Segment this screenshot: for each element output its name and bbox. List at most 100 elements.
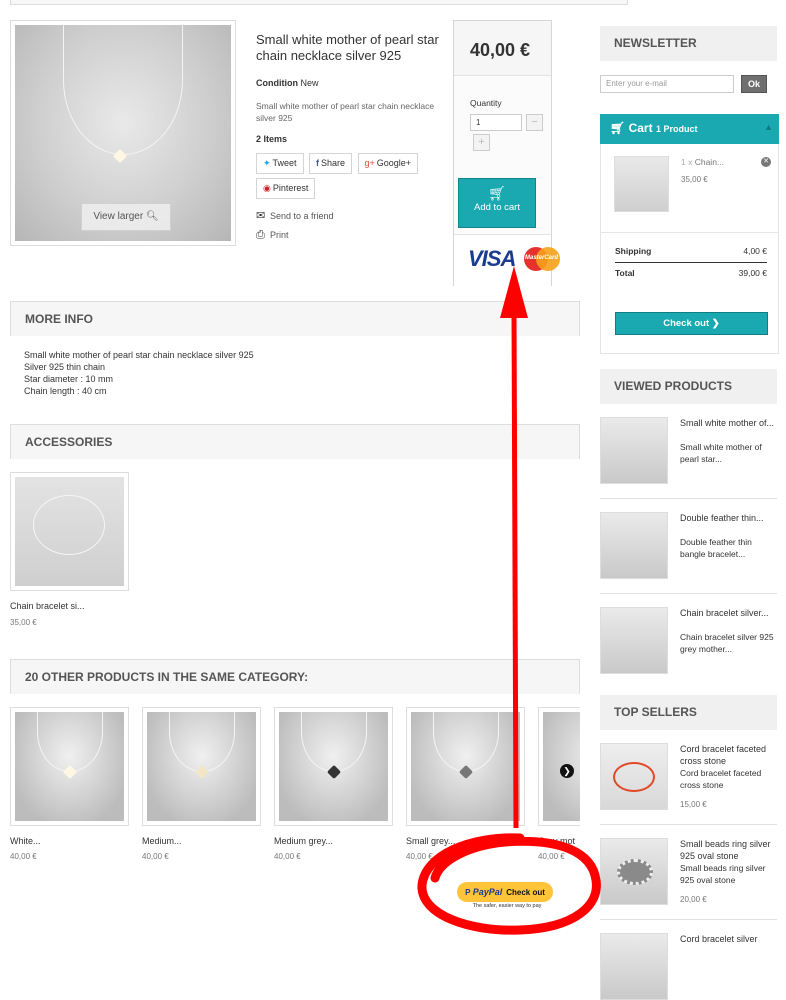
top-seller-title[interactable]: Cord bracelet faceted cross stone — [680, 743, 777, 767]
quantity-increase-button[interactable]: + — [473, 134, 490, 151]
category-product-image[interactable] — [538, 707, 580, 826]
newsletter-heading: NEWSLETTER — [600, 26, 777, 61]
category-product-price: 40,00 € — [274, 852, 301, 861]
cart-checkout-button[interactable]: Check out ❯ — [615, 312, 768, 335]
more-info-line: Star diameter : 10 mm — [24, 374, 114, 384]
top-seller-image[interactable] — [600, 743, 668, 810]
accessory-product-price: 35,00 € — [10, 618, 37, 627]
category-product-name[interactable]: Small grey... — [406, 836, 455, 846]
category-product-name[interactable]: Grey mot — [538, 836, 580, 846]
divider — [600, 498, 777, 499]
caret-up-icon: ▲ — [764, 122, 773, 132]
viewed-product-image[interactable] — [600, 512, 668, 579]
cart-item-name: Chain... — [694, 157, 725, 167]
total-label: Total — [615, 268, 635, 278]
send-to-friend-label: Send to a friend — [270, 211, 334, 221]
necklace-chain — [169, 712, 235, 772]
category-product-image[interactable] — [142, 707, 261, 826]
quantity-input[interactable]: 1 — [470, 114, 522, 131]
add-to-cart-label: Add to cart — [474, 202, 520, 213]
cart-dropdown: 1 x Chain... 35,00 € ✕ Shipping 4,00 € To… — [600, 144, 779, 354]
paypal-button-label: Check out — [506, 888, 545, 897]
product-title: Small white mother of pearl star chain n… — [256, 32, 439, 63]
mastercard-label: MasterCard — [525, 255, 559, 261]
mastercard-logo: MasterCard — [524, 247, 560, 271]
category-product-image[interactable] — [274, 707, 393, 826]
cart-item-image[interactable] — [614, 156, 669, 212]
category-product-image[interactable] — [406, 707, 525, 826]
top-seller-image[interactable] — [600, 838, 668, 905]
top-seller-price: 15,00 € — [680, 800, 707, 809]
carousel-next-button[interactable]: ❯ — [560, 764, 574, 778]
accessories-heading: ACCESSORIES — [10, 424, 580, 459]
shipping-value: 4,00 € — [743, 246, 767, 256]
same-category-heading: 20 OTHER PRODUCTS IN THE SAME CATEGORY: — [10, 659, 580, 694]
necklace-chain — [37, 712, 103, 772]
viewed-product-desc: Double feather thin bangle bracelet... — [680, 537, 752, 559]
view-larger-button[interactable]: View larger 🔍︎ — [81, 203, 171, 231]
necklace-chain — [301, 712, 367, 772]
google-plus-button[interactable]: g+ Google+ — [357, 153, 419, 174]
condition-value: New — [300, 78, 319, 88]
paypal-checkout-button[interactable]: P PayPal Check out — [457, 882, 553, 902]
category-product-image[interactable] — [10, 707, 129, 826]
viewed-product-title[interactable]: Double feather thin... — [680, 512, 777, 524]
category-product-name[interactable]: Medium... — [142, 836, 182, 846]
top-seller-price: 20,00 € — [680, 895, 707, 904]
bracelet-chain — [33, 495, 105, 555]
product-price: 40,00 € — [454, 21, 551, 76]
print-label: Print — [270, 230, 289, 240]
accessory-product-name[interactable]: Chain bracelet si... — [10, 601, 85, 611]
cart-item-price: 35,00 € — [681, 175, 708, 184]
google-plus-icon: g+ — [364, 158, 375, 168]
viewed-product-title[interactable]: Chain bracelet silver... — [680, 607, 777, 619]
shipping-row: Shipping 4,00 € — [615, 246, 767, 256]
zoom-icon: 🔍︎ — [145, 211, 159, 222]
bead-ring — [617, 859, 653, 885]
pinterest-button[interactable]: ◉ Pinterest — [256, 178, 316, 199]
view-larger-label: View larger — [93, 211, 144, 222]
quantity-decrease-button[interactable]: − — [526, 114, 543, 131]
category-product-name[interactable]: Medium grey... — [274, 836, 333, 846]
tweet-button[interactable]: ✦ Tweet — [256, 153, 304, 174]
necklace-chain — [63, 25, 183, 155]
facebook-share-button[interactable]: f Share — [309, 153, 353, 174]
cart-item-line[interactable]: 1 x Chain... — [681, 157, 724, 167]
remove-item-icon[interactable]: ✕ — [761, 157, 771, 167]
paypal-icon: P — [465, 888, 471, 897]
total-divider — [615, 262, 767, 263]
print-link[interactable]: ⎙ Print — [256, 229, 289, 242]
product-image[interactable]: View larger 🔍︎ — [15, 25, 231, 241]
items-count: 2 Items — [256, 134, 288, 144]
twitter-icon: ✦ — [263, 158, 271, 168]
add-to-cart-button[interactable]: 🛒︎ Add to cart — [458, 178, 536, 228]
more-info-heading: MORE INFO — [10, 301, 580, 336]
viewed-product-title[interactable]: Small white mother of... — [680, 417, 777, 429]
visa-logo: VISA — [468, 246, 516, 271]
breadcrumb — [10, 0, 628, 5]
viewed-product-image[interactable] — [600, 417, 668, 484]
viewed-product-image[interactable] — [600, 607, 668, 674]
top-seller-desc: Small beads ring silver 925 oval stone — [680, 863, 766, 885]
tweet-label: Tweet — [272, 158, 297, 168]
quantity-label: Quantity — [470, 98, 502, 108]
cart-icon: 🛒︎ — [488, 185, 506, 201]
newsletter-email-input[interactable]: Enter your e-mail — [600, 75, 734, 93]
newsletter-ok-button[interactable]: Ok — [741, 75, 767, 93]
social-share: ✦ Tweet f Share g+ Google+ ◉ Pinterest — [256, 153, 456, 203]
more-info-body: Small white mother of pearl star chain n… — [24, 349, 254, 397]
buy-box: 40,00 € Quantity 1 − + 🛒︎ Add to cart VI… — [453, 20, 560, 286]
category-product-name[interactable]: White... — [10, 836, 41, 846]
category-product-price: 40,00 € — [10, 852, 37, 861]
printer-icon: ⎙ — [256, 229, 265, 241]
divider — [600, 593, 777, 594]
send-to-friend-link[interactable]: ✉ Send to a friend — [256, 209, 334, 222]
product-image-frame[interactable]: View larger 🔍︎ — [10, 20, 236, 246]
accessory-product-image[interactable] — [10, 472, 129, 591]
condition-label: Condition — [256, 78, 298, 88]
cart-header[interactable]: 🛒︎ Cart 1 Product ▲ — [600, 114, 779, 144]
top-seller-title[interactable]: Cord bracelet silver — [680, 933, 777, 945]
cart-divider — [601, 232, 779, 233]
top-seller-title[interactable]: Small beads ring silver 925 oval stone — [680, 838, 777, 862]
top-seller-image[interactable] — [600, 933, 668, 1000]
